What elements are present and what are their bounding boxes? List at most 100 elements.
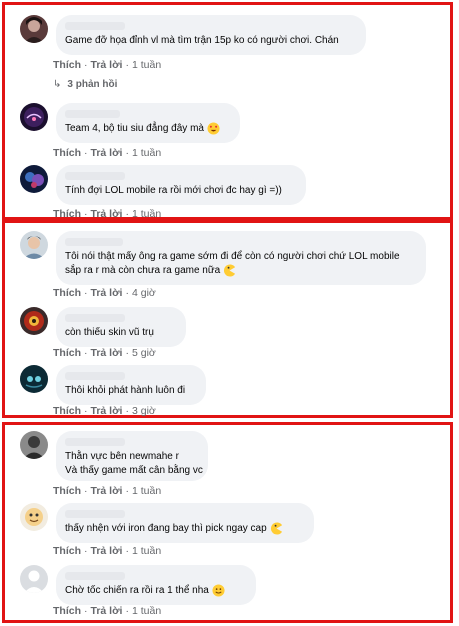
separator: · xyxy=(125,405,129,417)
comment-bubble: Chờ tốc chiến ra rồi ra 1 thể nha xyxy=(56,565,256,605)
like-button[interactable]: Thích xyxy=(53,545,81,557)
separator: · xyxy=(125,347,129,359)
avatar[interactable] xyxy=(20,503,48,531)
reply-button[interactable]: Trả lời xyxy=(91,605,123,617)
separator: · xyxy=(84,208,88,220)
avatar[interactable] xyxy=(20,365,48,393)
pacman-emoji-icon xyxy=(223,264,236,277)
separator: · xyxy=(125,485,129,497)
comment-text: Chờ tốc chiến ra rồi ra 1 thể nha xyxy=(65,584,246,598)
separator: · xyxy=(125,147,129,159)
timestamp[interactable]: 5 giờ xyxy=(132,347,156,359)
avatar[interactable] xyxy=(20,103,48,131)
author-name[interactable] xyxy=(65,238,123,246)
comment-actions: Thích · Trả lời · 1 tuần xyxy=(53,147,161,159)
comment-text-content: Chờ tốc chiến ra rồi ra 1 thể nha xyxy=(65,585,209,597)
comment-actions: Thích · Trả lời · 1 tuần xyxy=(53,208,161,220)
reply-button[interactable]: Trả lời xyxy=(91,147,123,159)
comment-text-line-2: Và thấy game mất cân bằng vc xyxy=(65,465,203,476)
comment-bubble: Tôi nói thật mấy ông ra game sớm đi để c… xyxy=(56,231,426,285)
comment-group-2: Tôi nói thật mấy ông ra game sớm đi để c… xyxy=(2,220,453,418)
comment-text-line-2: sắp ra r mà còn chưa ra game nữa xyxy=(65,264,416,278)
comment-actions: Thích · Trả lời · 1 tuần xyxy=(53,59,161,71)
reply-button[interactable]: Trả lời xyxy=(91,287,123,299)
author-name[interactable] xyxy=(65,172,125,180)
reply-button[interactable]: Trả lời xyxy=(91,347,123,359)
timestamp[interactable]: 1 tuần xyxy=(132,605,161,617)
comment-text: Team 4, bộ tiu siu đẳng đây mà xyxy=(65,122,230,136)
comment-actions: Thích · Trả lời · 1 tuần xyxy=(53,605,161,617)
reply-button[interactable]: Trả lời xyxy=(91,59,123,71)
like-button[interactable]: Thích xyxy=(53,485,81,497)
reply-button[interactable]: Trả lời xyxy=(91,208,123,220)
comment-actions: Thích · Trả lời · 5 giờ xyxy=(53,347,156,359)
separator: · xyxy=(84,147,88,159)
timestamp[interactable]: 1 tuần xyxy=(132,59,161,71)
like-button[interactable]: Thích xyxy=(53,287,81,299)
author-name[interactable] xyxy=(65,110,120,118)
comment-text-content: Team 4, bộ tiu siu đẳng đây mà xyxy=(65,123,204,135)
like-button[interactable]: Thích xyxy=(53,147,81,159)
like-button[interactable]: Thích xyxy=(53,405,81,417)
author-name[interactable] xyxy=(65,438,125,446)
timestamp[interactable]: 1 tuần xyxy=(132,147,161,159)
reply-button[interactable]: Trả lời xyxy=(91,405,123,417)
comment-bubble: Tính đợi LOL mobile ra rồi mới chơi đc h… xyxy=(56,165,306,205)
separator: · xyxy=(84,287,88,299)
separator: · xyxy=(84,605,88,617)
reply-arrow-icon: ↳ xyxy=(53,79,62,90)
like-button[interactable]: Thích xyxy=(53,605,81,617)
separator: · xyxy=(84,545,88,557)
comment-bubble: Thằn vực bên newmahe r Và thấy game mất … xyxy=(56,431,208,481)
replies-count: 3 phản hồi xyxy=(67,79,118,90)
timestamp[interactable]: 3 giờ xyxy=(132,405,156,417)
separator: · xyxy=(125,208,129,220)
timestamp[interactable]: 1 tuần xyxy=(132,208,161,220)
comment-text-content: sắp ra r mà còn chưa ra game nữa xyxy=(65,265,221,277)
view-replies-link[interactable]: ↳ 3 phản hồi xyxy=(53,79,117,90)
reply-button[interactable]: Trả lời xyxy=(91,485,123,497)
avatar[interactable] xyxy=(20,15,48,43)
comment-text: Tính đợi LOL mobile ra rồi mới chơi đc h… xyxy=(65,185,282,196)
comment-actions: Thích · Trả lời · 1 tuần xyxy=(53,485,161,497)
comment-text-line-1: Tôi nói thật mấy ông ra game sớm đi để c… xyxy=(65,251,400,262)
separator: · xyxy=(84,59,88,71)
comment-actions: Thích · Trả lời · 1 tuần xyxy=(53,545,161,557)
separator: · xyxy=(84,347,88,359)
timestamp[interactable]: 1 tuần xyxy=(132,485,161,497)
author-name[interactable] xyxy=(65,510,125,518)
comment-text-line-1: Thằn vực bên newmahe r xyxy=(65,451,179,462)
comment-actions: Thích · Trả lời · 3 giờ xyxy=(53,405,156,417)
comment-group-3: Thằn vực bên newmahe r Và thấy game mất … xyxy=(2,422,453,623)
author-name[interactable] xyxy=(65,314,125,322)
comment-text: Game đỡ họa đỉnh vl mà tìm trận 15p ko c… xyxy=(65,35,339,46)
comment-text-content: thấy nhện với iron đang bay thì pick nga… xyxy=(65,523,267,535)
author-name[interactable] xyxy=(65,572,125,580)
comment-bubble: còn thiếu skin vũ trụ xyxy=(56,307,186,347)
separator: · xyxy=(125,545,129,557)
timestamp[interactable]: 4 giờ xyxy=(132,287,156,299)
avatar[interactable] xyxy=(20,231,48,259)
author-name[interactable] xyxy=(65,372,125,380)
comment-text: thấy nhện với iron đang bay thì pick nga… xyxy=(65,522,304,536)
comment-group-1: Game đỡ họa đỉnh vl mà tìm trận 15p ko c… xyxy=(2,2,453,220)
separator: · xyxy=(125,605,129,617)
avatar[interactable] xyxy=(20,565,48,593)
reply-button[interactable]: Trả lời xyxy=(91,545,123,557)
avatar[interactable] xyxy=(20,431,48,459)
pacman-emoji-icon xyxy=(270,522,283,535)
avatar[interactable] xyxy=(20,165,48,193)
comment-text: Thôi khỏi phát hành luôn đi xyxy=(65,385,186,396)
like-button[interactable]: Thích xyxy=(53,347,81,359)
separator: · xyxy=(125,287,129,299)
like-button[interactable]: Thích xyxy=(53,208,81,220)
like-button[interactable]: Thích xyxy=(53,59,81,71)
smile-emoji-icon xyxy=(212,584,225,597)
separator: · xyxy=(125,59,129,71)
comment-text: còn thiếu skin vũ trụ xyxy=(65,327,154,338)
comment-bubble: Team 4, bộ tiu siu đẳng đây mà xyxy=(56,103,240,143)
timestamp[interactable]: 1 tuần xyxy=(132,545,161,557)
author-name[interactable] xyxy=(65,22,125,30)
separator: · xyxy=(84,405,88,417)
avatar[interactable] xyxy=(20,307,48,335)
